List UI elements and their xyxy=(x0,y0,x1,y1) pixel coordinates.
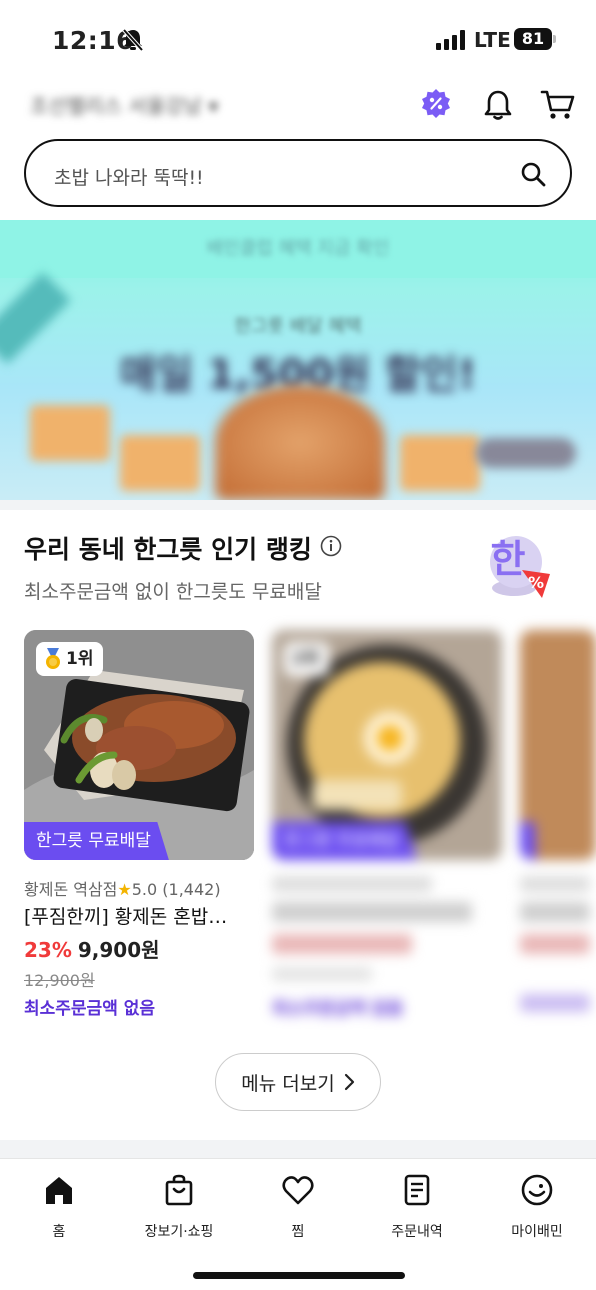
store-info-placeholder xyxy=(520,876,590,892)
banner-decoration xyxy=(120,435,200,491)
more-menu-label: 메뉴 더보기 xyxy=(241,1072,335,1095)
ranking-title: 우리 동네 한그릇 인기 랭킹 xyxy=(24,535,312,564)
nav-label: 마이배민 xyxy=(511,1224,563,1240)
nav-item-my[interactable]: 마이배민 xyxy=(482,1173,592,1241)
rank-label: 1위 xyxy=(66,649,94,669)
more-menu-button[interactable]: 메뉴 더보기 xyxy=(215,1053,381,1111)
battery-level: 81 xyxy=(514,28,552,50)
nav-item-orders[interactable]: 주문내역 xyxy=(362,1173,472,1241)
chevron-right-icon xyxy=(344,1073,354,1091)
store-info: 황제돈 역삼점★5.0 (1,442) xyxy=(24,876,221,900)
price-placeholder xyxy=(272,934,412,954)
food-image[interactable]: 2위 한그릇 무료배달 xyxy=(272,630,502,860)
rank-label: 2위 xyxy=(292,649,320,669)
nav-label: 장보기·쇼핑 xyxy=(144,1224,214,1240)
free-delivery-tag xyxy=(520,822,536,860)
sale-price: 9,900원 xyxy=(77,938,160,962)
cart-icon[interactable] xyxy=(540,88,576,122)
banner-subtitle: 한그릇 배달 혜택 xyxy=(234,316,362,337)
banner-decoration xyxy=(30,405,110,461)
heart-icon xyxy=(282,1176,314,1205)
han-bowl-emblem-icon: 한 % xyxy=(490,536,550,598)
info-icon[interactable] xyxy=(320,535,342,557)
promo-banner[interactable]: 배민클럽 혜택 지금 확인 한그릇 배달 혜택 매일 1,500원 할인! xyxy=(0,220,596,500)
original-price: 12,900원 xyxy=(24,971,95,990)
rank-badge: 1위 xyxy=(36,642,104,676)
food-image[interactable] xyxy=(520,630,596,860)
receipt-icon xyxy=(404,1174,430,1206)
nav-item-favorites[interactable]: 찜 xyxy=(243,1173,353,1241)
rank-badge: 2위 xyxy=(284,642,330,676)
bottom-navigation: 홈 장보기·쇼핑 찜 주문내역 마이배민 xyxy=(0,1158,596,1290)
notification-bell-icon[interactable] xyxy=(482,88,514,122)
search-icon[interactable] xyxy=(520,161,546,187)
svg-text:%: % xyxy=(528,573,544,592)
profile-icon xyxy=(521,1174,553,1206)
menu-name-placeholder xyxy=(272,902,472,922)
ranking-subtitle: 최소주문금액 없이 한그릇도 무료배달 xyxy=(24,581,322,603)
menu-name: [푸짐한끼] 황제돈 혼밥… xyxy=(24,906,228,928)
search-bar[interactable]: 초밥 나와라 뚝딱!! xyxy=(24,139,572,207)
store-name: 황제돈 역삼점 xyxy=(24,880,118,899)
han-emblem-text: 한 xyxy=(491,537,526,581)
section-divider xyxy=(0,1140,596,1158)
battery-cap xyxy=(553,35,556,43)
banner-top-text: 배민클럽 혜택 지금 확인 xyxy=(206,238,390,259)
banner-food-image xyxy=(215,385,385,500)
original-price-placeholder xyxy=(272,967,372,981)
review-count: (1,442) xyxy=(162,880,221,899)
delivery-address[interactable]: 조선팰리스 서울강남 ▾ xyxy=(30,90,260,120)
food-image[interactable]: 1위 한그릇 무료배달 xyxy=(24,630,254,860)
nav-label: 홈 xyxy=(52,1224,66,1240)
discount-badge-icon[interactable] xyxy=(420,88,452,120)
free-delivery-tag: 한그릇 무료배달 xyxy=(24,822,169,860)
signal-icon xyxy=(436,30,465,50)
store-info-placeholder xyxy=(272,876,432,892)
menu-name-placeholder xyxy=(520,902,590,922)
min-order-label: 최소주문금액 없음 xyxy=(272,999,404,1019)
star-icon: ★ xyxy=(117,880,132,899)
min-order-label: 최소주문금액 없음 xyxy=(24,999,156,1019)
shopping-bag-icon xyxy=(165,1174,193,1206)
status-bar: 12:16 LTE 81 xyxy=(0,0,596,80)
nav-label: 찜 xyxy=(291,1224,305,1240)
nav-item-home[interactable]: 홈 xyxy=(4,1173,114,1241)
nav-item-shopping[interactable]: 장보기·쇼핑 xyxy=(124,1173,234,1241)
gold-medal-icon xyxy=(46,648,60,669)
silent-mode-icon xyxy=(122,28,144,52)
home-indicator xyxy=(193,1272,405,1279)
discount-rate: 23% xyxy=(24,938,72,962)
home-icon xyxy=(46,1177,72,1204)
nav-label: 주문내역 xyxy=(391,1224,443,1240)
price-placeholder xyxy=(520,934,590,954)
network-type: LTE xyxy=(474,28,511,52)
price-line: 23% 9,900원 xyxy=(24,934,160,963)
section-divider xyxy=(0,500,596,510)
search-input[interactable]: 초밥 나와라 뚝딱!! xyxy=(54,163,204,190)
rating: 5.0 xyxy=(131,880,158,899)
free-delivery-tag: 한그릇 무료배달 xyxy=(272,822,417,860)
min-order-placeholder xyxy=(520,994,590,1012)
banner-pager[interactable] xyxy=(476,438,576,468)
banner-decoration xyxy=(400,435,480,491)
